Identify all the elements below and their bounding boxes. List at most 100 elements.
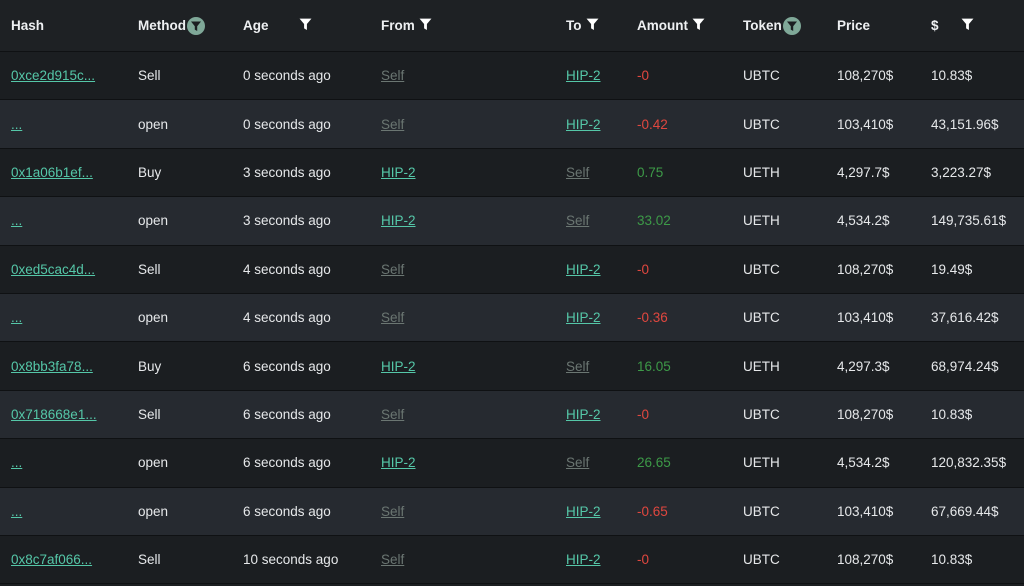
col-token-label: Token	[743, 18, 782, 33]
to-link[interactable]: Self	[566, 455, 589, 470]
from-link[interactable]: HIP-2	[381, 213, 416, 228]
method-cell: Sell	[138, 552, 161, 568]
usd-value-cell: 149,735.61$	[931, 213, 1007, 229]
from-link[interactable]: Self	[381, 407, 404, 422]
cell-usd: 120,832.35$	[920, 439, 1024, 488]
hash-link[interactable]: ...	[11, 117, 22, 132]
amount-cell: 33.02	[637, 213, 671, 229]
cell-method: Sell	[127, 245, 232, 294]
cell-price: 4,534.2$	[826, 197, 920, 246]
method-cell: open	[138, 455, 169, 471]
cell-hash: 0xce2d915c...	[0, 52, 127, 101]
cell-hash: 0x1a06b1ef...	[0, 148, 127, 198]
filter-icon[interactable]	[586, 17, 599, 34]
hash-link[interactable]: 0x8bb3fa78...	[11, 359, 93, 374]
hash-link[interactable]: ...	[11, 213, 22, 228]
hash-link[interactable]: ...	[11, 310, 22, 325]
cell-hash: 0xed5cac4d...	[0, 245, 127, 294]
cell-token: UETH	[732, 197, 826, 246]
cell-age: 0 seconds ago	[232, 100, 370, 149]
to-link[interactable]: Self	[566, 165, 589, 180]
amount-cell: -0.36	[637, 310, 668, 326]
to-link[interactable]: HIP-2	[566, 504, 601, 519]
hash-link[interactable]: 0x718668e1...	[11, 407, 97, 422]
col-age-label: Age	[243, 18, 269, 33]
to-link[interactable]: HIP-2	[566, 552, 601, 567]
filter-icon[interactable]	[299, 17, 312, 34]
hash-link[interactable]: 0xed5cac4d...	[11, 262, 95, 277]
amount-cell: -0	[637, 406, 650, 422]
usd-value-cell: 37,616.42$	[931, 310, 999, 326]
cell-hash: ...	[0, 197, 127, 246]
token-cell: UBTC	[743, 552, 780, 568]
price-cell: 4,534.2$	[837, 455, 890, 471]
col-from-label: From	[381, 18, 415, 33]
usd-value-cell: 10.83$	[931, 552, 973, 568]
cell-to: Self	[555, 439, 626, 488]
from-link[interactable]: HIP-2	[381, 359, 416, 374]
token-cell: UETH	[743, 213, 780, 229]
age-cell: 4 seconds ago	[243, 310, 331, 326]
from-link[interactable]: Self	[381, 310, 404, 325]
amount-cell: -0.42	[637, 116, 668, 132]
col-amount-label: Amount	[637, 18, 688, 33]
method-cell: Sell	[138, 406, 161, 422]
cell-age: 6 seconds ago	[232, 390, 370, 440]
cell-amount: -0.36	[626, 293, 732, 343]
amount-cell: -0	[637, 261, 650, 277]
transactions-table: Hash Method Age From To Amount Token Pri…	[0, 0, 1024, 585]
token-cell: UBTC	[743, 406, 780, 422]
age-cell: 0 seconds ago	[243, 68, 331, 84]
cell-usd: 19.49$	[920, 245, 1024, 294]
cell-to: Self	[555, 342, 626, 391]
to-link[interactable]: Self	[566, 213, 589, 228]
from-link[interactable]: Self	[381, 504, 404, 519]
from-link[interactable]: HIP-2	[381, 165, 416, 180]
hash-link[interactable]: 0xce2d915c...	[11, 68, 95, 83]
filter-icon[interactable]	[692, 17, 705, 34]
hash-link[interactable]: 0x8c7af066...	[11, 552, 92, 567]
cell-token: UBTC	[732, 100, 826, 149]
col-hash: Hash	[0, 0, 127, 52]
cell-from: HIP-2	[370, 342, 555, 391]
usd-value-cell: 10.83$	[931, 406, 973, 422]
cell-token: UBTC	[732, 52, 826, 101]
cell-usd: 67,669.44$	[920, 487, 1024, 536]
price-cell: 108,270$	[837, 552, 894, 568]
filter-icon[interactable]	[961, 17, 974, 34]
col-to-label: To	[566, 18, 582, 33]
cell-method: open	[127, 293, 232, 343]
cell-age: 4 seconds ago	[232, 293, 370, 343]
cell-age: 3 seconds ago	[232, 148, 370, 198]
cell-to: Self	[555, 148, 626, 198]
cell-amount: 0.75	[626, 148, 732, 198]
to-link[interactable]: HIP-2	[566, 117, 601, 132]
token-cell: UBTC	[743, 503, 780, 519]
cell-amount: -0	[626, 245, 732, 294]
hash-link[interactable]: 0x1a06b1ef...	[11, 165, 93, 180]
cell-method: Sell	[127, 52, 232, 101]
method-cell: open	[138, 503, 169, 519]
cell-age: 6 seconds ago	[232, 487, 370, 536]
age-cell: 6 seconds ago	[243, 455, 331, 471]
to-link[interactable]: HIP-2	[566, 68, 601, 83]
from-link[interactable]: HIP-2	[381, 455, 416, 470]
from-link[interactable]: Self	[381, 552, 404, 567]
filter-active-icon[interactable]	[187, 16, 205, 35]
hash-link[interactable]: ...	[11, 504, 22, 519]
from-link[interactable]: Self	[381, 117, 404, 132]
usd-value-cell: 10.83$	[931, 68, 973, 84]
filter-icon[interactable]	[419, 17, 432, 34]
usd-value-cell: 67,669.44$	[931, 503, 999, 519]
to-link[interactable]: HIP-2	[566, 407, 601, 422]
to-link[interactable]: HIP-2	[566, 262, 601, 277]
hash-link[interactable]: ...	[11, 455, 22, 470]
age-cell: 10 seconds ago	[243, 552, 339, 568]
to-link[interactable]: Self	[566, 359, 589, 374]
from-link[interactable]: Self	[381, 262, 404, 277]
price-cell: 4,297.3$	[837, 358, 890, 374]
from-link[interactable]: Self	[381, 68, 404, 83]
to-link[interactable]: HIP-2	[566, 310, 601, 325]
cell-price: 108,270$	[826, 52, 920, 101]
filter-active-icon[interactable]	[782, 16, 801, 35]
